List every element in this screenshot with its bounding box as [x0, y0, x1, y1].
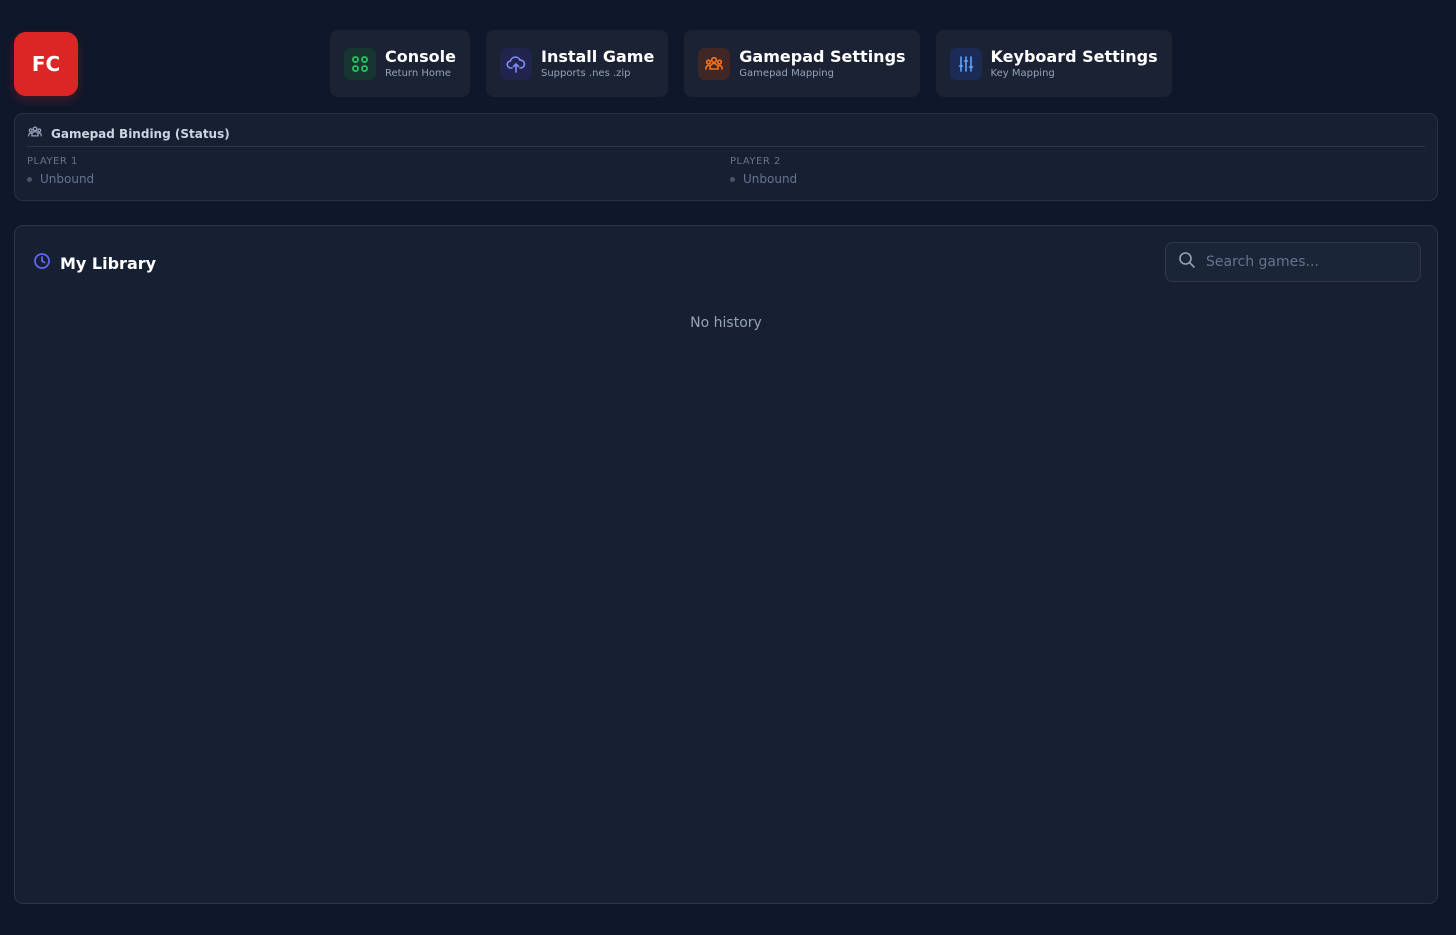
app-logo[interactable]: FC — [14, 32, 78, 96]
player-1-state: Unbound — [40, 172, 95, 186]
status-title: Gamepad Binding (Status) — [51, 126, 230, 141]
console-subtitle: Return Home — [385, 68, 451, 79]
keyboard-settings-title: Keyboard Settings — [990, 47, 1158, 66]
clock-icon — [33, 252, 51, 274]
grid-icon — [344, 47, 376, 80]
top-nav: Console Return Home Install Game Support… — [330, 30, 1172, 97]
status-dot — [730, 176, 735, 182]
sliders-icon — [949, 47, 982, 80]
users-icon — [27, 124, 43, 143]
player-1-status: PLAYER 1 Unbound — [27, 156, 94, 186]
keyboard-settings-button[interactable]: Keyboard Settings Key Mapping — [935, 30, 1172, 97]
gamepad-settings-title: Gamepad Settings — [739, 47, 906, 66]
upload-cloud-icon — [499, 47, 532, 80]
install-game-button[interactable]: Install Game Supports .nes .zip — [485, 30, 669, 97]
keyboard-settings-subtitle: Key Mapping — [990, 68, 1055, 79]
search-icon — [1178, 251, 1196, 273]
library-panel: My Library No history — [14, 225, 1438, 904]
console-button[interactable]: Console Return Home — [330, 30, 470, 97]
status-header: Gamepad Binding (Status) — [27, 125, 1425, 147]
player-2-label: PLAYER 2 — [730, 156, 781, 167]
status-dot — [27, 176, 32, 182]
library-header: My Library — [33, 252, 156, 274]
search-input[interactable] — [1204, 253, 1404, 271]
gamepad-settings-button[interactable]: Gamepad Settings Gamepad Mapping — [684, 30, 920, 97]
console-title: Console — [385, 47, 456, 66]
install-game-subtitle: Supports .nes .zip — [540, 68, 631, 79]
library-title: My Library — [60, 253, 157, 273]
install-game-title: Install Game — [540, 47, 655, 66]
player-2-state: Unbound — [743, 172, 798, 186]
users-icon — [698, 47, 731, 80]
player-2-status: PLAYER 2 Unbound — [730, 156, 797, 186]
empty-state-text: No history — [690, 315, 762, 331]
search-box[interactable] — [1165, 242, 1421, 282]
player-1-label: PLAYER 1 — [27, 156, 78, 167]
gamepad-settings-subtitle: Gamepad Mapping — [739, 68, 834, 79]
gamepad-status-panel: Gamepad Binding (Status) PLAYER 1 Unboun… — [14, 113, 1438, 201]
logo-text: FC — [31, 52, 61, 76]
